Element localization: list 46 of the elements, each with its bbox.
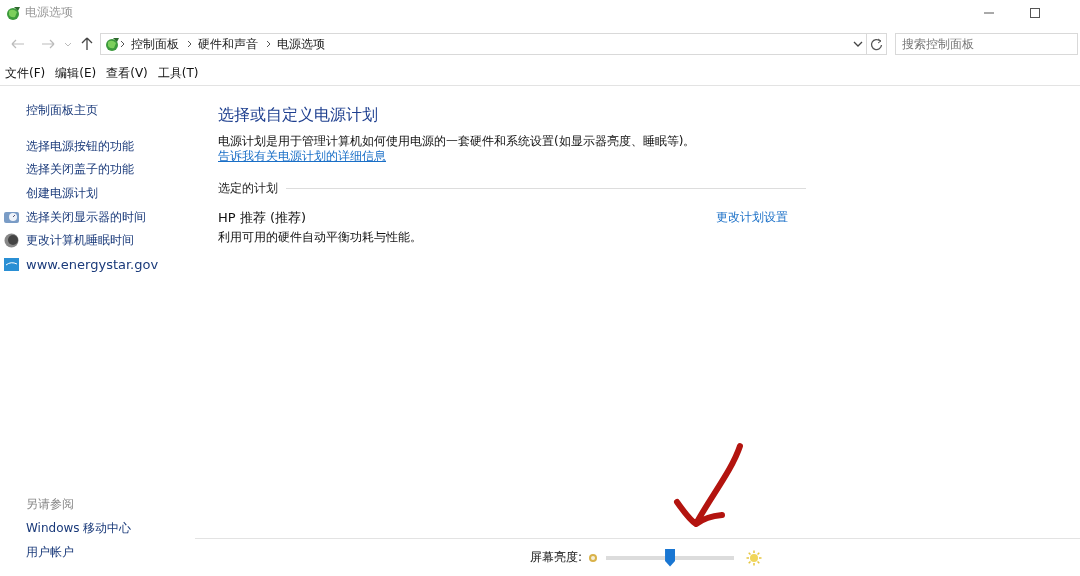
sidebar-link[interactable]: 更改计算机睡眠时间 [26, 232, 134, 250]
address-bar[interactable]: 控制面板 硬件和声音 电源选项 [100, 33, 867, 55]
power-options-icon [5, 4, 21, 21]
plan-description: 利用可用的硬件自动平衡功耗与性能。 [218, 230, 423, 245]
slider-thumb[interactable] [665, 548, 676, 567]
refresh-button[interactable] [867, 33, 887, 55]
menu-item[interactable]: 工具(T) [152, 64, 204, 82]
chevron-icon [120, 40, 125, 48]
change-plan-settings-link[interactable]: 更改计划设置 [716, 209, 788, 227]
sidebar-link[interactable]: Windows 移动中心 [26, 520, 132, 538]
breadcrumb-item[interactable]: 硬件和声音 [198, 35, 258, 53]
see-also-heading: 另请参阅 [25, 496, 75, 514]
section-heading: 选定的计划 [218, 180, 278, 197]
breadcrumb-item[interactable]: 电源选项 [277, 35, 325, 53]
sidebar-link[interactable]: 选择关闭显示器的时间 [26, 208, 146, 226]
chevron-icon [187, 40, 192, 48]
refresh-icon [870, 37, 883, 51]
sidebar-link[interactable]: 选择电源按钮的功能 [26, 137, 134, 155]
dim-brightness-icon [588, 552, 599, 563]
bright-sun-icon [746, 549, 763, 566]
brightness-label: 屏幕亮度: [530, 549, 583, 566]
forward-arrow-icon [41, 38, 55, 50]
search-field[interactable]: 搜索控制面板 [895, 33, 1078, 55]
monitor-clock-icon [4, 209, 19, 225]
moon-icon [4, 233, 19, 249]
window-title: 电源选项 [25, 4, 74, 21]
sidebar-link[interactable]: 用户帐户 [26, 543, 74, 561]
sidebar-link[interactable]: 创建电源计划 [26, 185, 98, 203]
page-heading: 选择或自定义电源计划 [218, 105, 379, 126]
power-options-icon [104, 36, 120, 52]
learn-more-link[interactable]: 告诉我有关电源计划的详细信息 [218, 149, 386, 163]
chevron-icon [266, 40, 271, 48]
plan-name: HP 推荐 (推荐) [218, 209, 307, 227]
sidebar-link[interactable]: 选择关闭盖子的功能 [26, 161, 134, 179]
menu-item[interactable]: 文件(F) [0, 64, 51, 82]
menu-item[interactable]: 编辑(E) [50, 64, 102, 82]
caret-icon [64, 41, 72, 47]
sidebar-link[interactable]: 控制面板主页 [26, 102, 98, 120]
up-arrow-icon [81, 37, 93, 51]
menu-item[interactable]: 查看(V) [101, 64, 153, 82]
caret-icon [853, 41, 863, 47]
maximize-icon [1030, 7, 1040, 18]
back-arrow-icon [11, 38, 25, 50]
description-text: 电源计划是用于管理计算机如何使用电源的一套硬件和系统设置(如显示器亮度、睡眠等)。 告诉我有关电源计划的详细信息 [218, 134, 697, 164]
sidebar-link[interactable]: www.energystar.gov [26, 256, 159, 272]
breadcrumb-item[interactable]: 控制面板 [131, 35, 179, 53]
